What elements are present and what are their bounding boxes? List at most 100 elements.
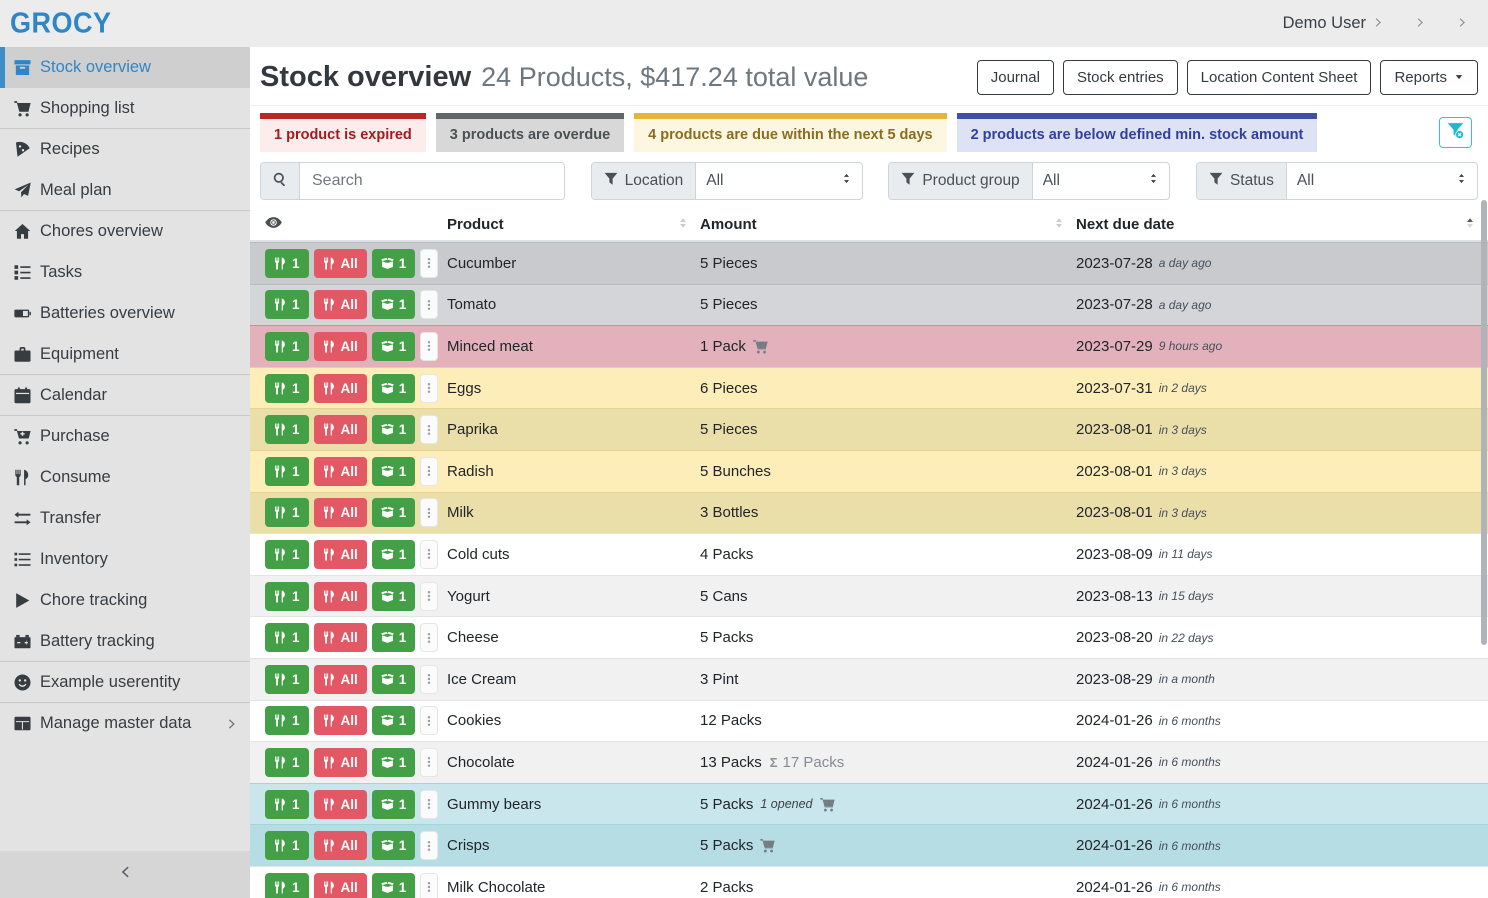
sidebar-collapse-button[interactable] <box>0 851 250 898</box>
consume-all-button[interactable]: All <box>314 665 367 694</box>
sidebar-item-shopping-list[interactable]: Shopping list <box>0 88 250 129</box>
sidebar-item-purchase[interactable]: Purchase <box>0 416 250 457</box>
consume-one-button[interactable]: 1 <box>265 873 309 898</box>
settings-menu-toggle[interactable] <box>1408 14 1426 33</box>
open-one-button[interactable]: 1 <box>372 415 416 444</box>
sidebar-item-battery-tracking[interactable]: Battery tracking <box>0 621 250 662</box>
table-row[interactable]: 1All1Milk3 Bottles2023-08-01in 3 days <box>250 492 1488 534</box>
location-select[interactable]: All <box>696 163 861 199</box>
consume-all-button[interactable]: All <box>314 374 367 403</box>
row-more-menu-button[interactable] <box>420 374 438 403</box>
open-one-button[interactable]: 1 <box>372 457 416 486</box>
consume-one-button[interactable]: 1 <box>265 457 309 486</box>
open-one-button[interactable]: 1 <box>372 290 416 319</box>
open-one-button[interactable]: 1 <box>372 332 416 361</box>
column-header-amount[interactable]: Amount <box>697 209 1073 240</box>
admin-menu-toggle[interactable] <box>1450 14 1468 33</box>
location-content-sheet-button[interactable]: Location Content Sheet <box>1187 60 1372 95</box>
open-one-button[interactable]: 1 <box>372 665 416 694</box>
column-header-product[interactable]: Product <box>444 209 697 240</box>
stock-entries-button[interactable]: Stock entries <box>1063 60 1178 95</box>
sidebar-item-equipment[interactable]: Equipment <box>0 334 250 375</box>
consume-one-button[interactable]: 1 <box>265 582 309 611</box>
table-row[interactable]: 1All1Milk Chocolate2 Packs2024-01-26in 6… <box>250 866 1488 898</box>
table-row[interactable]: 1All1Yogurt5 Cans2023-08-13in 15 days <box>250 575 1488 617</box>
consume-one-button[interactable]: 1 <box>265 290 309 319</box>
consume-all-button[interactable]: All <box>314 873 367 898</box>
consume-all-button[interactable]: All <box>314 831 367 860</box>
consume-one-button[interactable]: 1 <box>265 540 309 569</box>
journal-button[interactable]: Journal <box>977 60 1054 95</box>
sidebar-item-recipes[interactable]: Recipes <box>0 129 250 170</box>
row-more-menu-button[interactable] <box>420 332 438 361</box>
table-row[interactable]: 1All1Cucumber5 Pieces2023-07-28a day ago <box>250 242 1488 284</box>
row-more-menu-button[interactable] <box>420 540 438 569</box>
table-row[interactable]: 1All1Minced meat1 Pack2023-07-299 hours … <box>250 325 1488 367</box>
consume-all-button[interactable]: All <box>314 706 367 735</box>
consume-one-button[interactable]: 1 <box>265 415 309 444</box>
consume-all-button[interactable]: All <box>314 623 367 652</box>
consume-all-button[interactable]: All <box>314 790 367 819</box>
table-row[interactable]: 1All1Eggs6 Pieces2023-07-31in 2 days <box>250 367 1488 409</box>
row-more-menu-button[interactable] <box>420 873 438 898</box>
row-more-menu-button[interactable] <box>420 706 438 735</box>
consume-one-button[interactable]: 1 <box>265 665 309 694</box>
consume-all-button[interactable]: All <box>314 332 367 361</box>
open-one-button[interactable]: 1 <box>372 748 416 777</box>
row-more-menu-button[interactable] <box>420 831 438 860</box>
table-row[interactable]: 1All1Ice Cream3 Pint2023-08-29in a month <box>250 658 1488 700</box>
open-one-button[interactable]: 1 <box>372 374 416 403</box>
row-more-menu-button[interactable] <box>420 790 438 819</box>
row-more-menu-button[interactable] <box>420 665 438 694</box>
sidebar-item-chores-overview[interactable]: Chores overview <box>0 211 250 252</box>
user-menu-toggle[interactable]: Demo User <box>1276 14 1384 33</box>
row-more-menu-button[interactable] <box>420 457 438 486</box>
row-more-menu-button[interactable] <box>420 415 438 444</box>
table-row[interactable]: 1All1Paprika5 Pieces2023-08-01in 3 days <box>250 408 1488 450</box>
open-one-button[interactable]: 1 <box>372 498 416 527</box>
sidebar-item-example-userentity[interactable]: Example userentity <box>0 662 250 703</box>
column-header-next-due-date[interactable]: Next due date <box>1073 209 1484 240</box>
banner-below-min[interactable]: 2 products are below defined min. stock … <box>957 113 1318 152</box>
row-more-menu-button[interactable] <box>420 249 438 278</box>
row-more-menu-button[interactable] <box>420 498 438 527</box>
open-one-button[interactable]: 1 <box>372 623 416 652</box>
sidebar-item-manage-master-data[interactable]: Manage master data <box>0 703 250 744</box>
table-row[interactable]: 1All1Cheese5 Packs2023-08-20in 22 days <box>250 616 1488 658</box>
sidebar-item-batteries-overview[interactable]: Batteries overview <box>0 293 250 334</box>
consume-one-button[interactable]: 1 <box>265 748 309 777</box>
consume-all-button[interactable]: All <box>314 748 367 777</box>
row-more-menu-button[interactable] <box>420 623 438 652</box>
clear-filter-button[interactable] <box>1439 117 1472 148</box>
vertical-scrollbar-thumb[interactable] <box>1481 200 1487 645</box>
table-row[interactable]: 1All1Tomato5 Pieces2023-07-28a day ago <box>250 284 1488 326</box>
sidebar-item-stock-overview[interactable]: Stock overview <box>0 47 250 88</box>
grocy-logo[interactable]: GROCY <box>10 7 112 40</box>
open-one-button[interactable]: 1 <box>372 706 416 735</box>
table-row[interactable]: 1All1Chocolate13 PacksΣ17 Packs2024-01-2… <box>250 741 1488 783</box>
sidebar-item-calendar[interactable]: Calendar <box>0 375 250 416</box>
row-more-menu-button[interactable] <box>420 582 438 611</box>
consume-one-button[interactable]: 1 <box>265 706 309 735</box>
banner-overdue[interactable]: 3 products are overdue <box>436 113 624 152</box>
sidebar-item-transfer[interactable]: Transfer <box>0 498 250 539</box>
table-row[interactable]: 1All1Cold cuts4 Packs2023-08-09in 11 day… <box>250 533 1488 575</box>
consume-all-button[interactable]: All <box>314 290 367 319</box>
open-one-button[interactable]: 1 <box>372 249 416 278</box>
open-one-button[interactable]: 1 <box>372 582 416 611</box>
table-row[interactable]: 1All1Radish5 Bunches2023-08-01in 3 days <box>250 450 1488 492</box>
consume-one-button[interactable]: 1 <box>265 249 309 278</box>
banner-expired[interactable]: 1 product is expired <box>260 113 426 152</box>
consume-one-button[interactable]: 1 <box>265 831 309 860</box>
consume-one-button[interactable]: 1 <box>265 332 309 361</box>
row-more-menu-button[interactable] <box>420 748 438 777</box>
open-one-button[interactable]: 1 <box>372 831 416 860</box>
reports-dropdown-button[interactable]: Reports <box>1380 60 1478 95</box>
table-row[interactable]: 1All1Crisps5 Packs2024-01-26in 6 months <box>250 824 1488 866</box>
consume-all-button[interactable]: All <box>314 582 367 611</box>
consume-one-button[interactable]: 1 <box>265 790 309 819</box>
consume-one-button[interactable]: 1 <box>265 374 309 403</box>
row-more-menu-button[interactable] <box>420 290 438 319</box>
consume-all-button[interactable]: All <box>314 415 367 444</box>
product-group-select[interactable]: All <box>1033 163 1170 199</box>
